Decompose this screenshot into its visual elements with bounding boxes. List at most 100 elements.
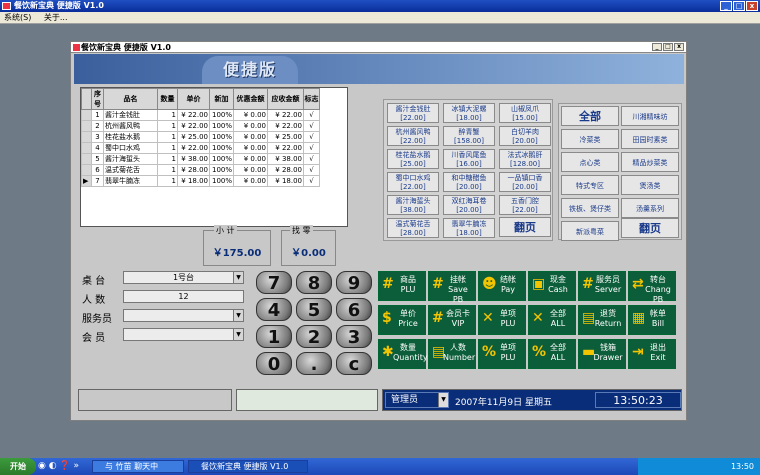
table-row[interactable]: 4 蜀中口水鸡 1 ¥ 22.00 100% ¥ 0.00 ¥ 22.00 √ — [81, 142, 320, 154]
keypad-key[interactable]: 0 — [256, 352, 292, 375]
people-value: 12 — [178, 292, 189, 301]
function-button[interactable]: ✕ 单项 PLU — [478, 305, 526, 335]
start-button[interactable]: 开始 — [0, 458, 36, 475]
quick-launch[interactable]: ◉ ◐ ❓ » — [38, 460, 86, 473]
chevron-down-icon[interactable]: ▼ — [438, 393, 448, 407]
category-button[interactable]: 特式专区 — [561, 175, 619, 195]
keypad-key[interactable]: . — [296, 352, 332, 375]
table-cell: √ — [303, 142, 320, 154]
dish-button[interactable]: 一品镇口香 [20.00] — [499, 172, 551, 192]
table-select[interactable]: 1号台 ▼ — [123, 271, 244, 284]
minimize-button[interactable]: _ — [720, 1, 732, 11]
table-row[interactable]: 3 桂花盐水鹅 1 ¥ 25.00 100% ¥ 0.00 ¥ 25.00 √ — [81, 131, 320, 143]
dish-button[interactable]: 法式冰鹅肝 [128.00] — [499, 149, 551, 169]
dish-page-button[interactable]: 翻页 — [499, 217, 551, 237]
function-button[interactable]: ✱ 数量 Quantity — [378, 339, 428, 369]
order-table[interactable]: 序号 品名 数量 单价 新加 优惠金额 应收金额 标志 1 酱汁金钱肚 1 ¥ 22.00 100% ¥… — [80, 87, 348, 227]
keypad-key[interactable]: 7 — [256, 271, 292, 294]
function-button[interactable]: ▤ 退货 Return — [578, 305, 626, 335]
inner-maximize-button[interactable]: □ — [663, 43, 673, 51]
dish-button[interactable]: 醉青蟹 [158.00] — [443, 126, 495, 146]
table-cell: √ — [303, 153, 320, 165]
keypad-key[interactable]: 4 — [256, 298, 292, 321]
dish-button[interactable]: 冰镇大泥螺 [18.00] — [443, 103, 495, 123]
chevron-down-icon[interactable]: ▼ — [233, 310, 243, 321]
table-row[interactable]: 5 酱汁海蜇头 1 ¥ 38.00 100% ¥ 0.00 ¥ 38.00 √ — [81, 153, 320, 165]
inner-close-button[interactable]: x — [674, 43, 684, 51]
category-button[interactable]: 汤羹系列 — [621, 198, 679, 218]
table-row[interactable]: 2 杭州酱风鸭 1 ¥ 22.00 100% ¥ 0.00 ¥ 22.00 √ — [81, 120, 320, 132]
keypad-key[interactable]: 5 — [296, 298, 332, 321]
function-button[interactable]: ▤ 人数 Number — [428, 339, 476, 369]
function-button[interactable]: ✕ 全部 ALL — [528, 305, 576, 335]
table-cell: 酱汁金钱肚 — [103, 109, 158, 121]
dish-button[interactable]: 山椒凤爪 [15.00] — [499, 103, 551, 123]
category-button[interactable]: 全部 — [561, 106, 619, 126]
dish-name: 川香风尾鱼 — [451, 151, 487, 159]
category-button[interactable]: 点心类 — [561, 152, 619, 172]
function-button[interactable]: $ 单价 Price — [378, 305, 426, 335]
category-page-button[interactable]: 翻页 — [621, 218, 679, 238]
function-button[interactable]: ⇄ 转台 Chang PB — [628, 271, 676, 304]
chevron-down-icon[interactable]: ▼ — [233, 329, 243, 340]
table-cell: ¥ 22.00 — [177, 120, 210, 132]
people-input[interactable]: 12 — [123, 290, 244, 303]
taskbar-item-app[interactable]: 餐饮新宝典 便捷版 V1.0 — [188, 460, 308, 473]
keypad-key[interactable]: 9 — [336, 271, 372, 294]
dish-button[interactable]: 杭州酱风鸭 [22.00] — [387, 126, 439, 146]
function-button[interactable]: # 商品 PLU — [378, 271, 426, 301]
dish-button[interactable]: 川香风尾鱼 [16.00] — [443, 149, 495, 169]
function-button[interactable]: # 服务员 Server — [578, 271, 626, 301]
dish-button[interactable]: 白切羊肉 [20.00] — [499, 126, 551, 146]
function-label-en: Cash — [548, 285, 568, 294]
category-button[interactable]: 川湘精味坊 — [621, 106, 679, 126]
dish-button[interactable]: 酱汁海蜇头 [38.00] — [387, 195, 439, 215]
dish-button[interactable]: 和中糖醋鱼 [20.00] — [443, 172, 495, 192]
dish-button[interactable]: 翡翠牛腩冻 [18.00] — [443, 218, 495, 238]
function-button[interactable]: # 会员卡 VIP — [428, 305, 476, 335]
keypad-key[interactable]: 3 — [336, 325, 372, 348]
table-row[interactable]: 6 温式菊花舌 1 ¥ 28.00 100% ¥ 0.00 ¥ 28.00 √ — [81, 164, 320, 176]
dish-button[interactable]: 酱汁金钱肚 [22.00] — [387, 103, 439, 123]
function-button[interactable]: % 全部 ALL — [528, 339, 576, 369]
table-row[interactable]: 1 酱汁金钱肚 1 ¥ 22.00 100% ¥ 0.00 ¥ 22.00 √ — [81, 109, 320, 121]
category-button[interactable]: 田园时素类 — [621, 129, 679, 149]
member-select[interactable]: ▼ — [123, 328, 244, 341]
chevron-down-icon[interactable]: ▼ — [233, 272, 243, 283]
category-button[interactable]: 铁板、煲仔类 — [561, 198, 619, 218]
subtotal-box: 小 计 ￥175.00 — [203, 225, 271, 266]
dish-button[interactable]: 五香门腔 [22.00] — [499, 195, 551, 215]
function-button[interactable]: ▣ 现金 Cash — [528, 271, 576, 301]
category-button[interactable]: 新派粤菜 — [561, 221, 619, 241]
category-button[interactable]: 精品炒菜类 — [621, 152, 679, 172]
keypad-key[interactable]: 1 — [256, 325, 292, 348]
function-button[interactable]: ☻ 结帐 Pay — [478, 271, 526, 301]
app-icon — [2, 2, 11, 10]
operator-select[interactable]: 管理员 ▼ — [385, 392, 449, 408]
menu-system[interactable]: 系统(S) — [4, 13, 31, 22]
function-icon: ✱ — [382, 344, 394, 360]
maximize-button[interactable]: □ — [733, 1, 745, 11]
function-button[interactable]: # 挂帐 Save PB — [428, 271, 476, 304]
function-button[interactable]: ⇥ 退出 Exit — [628, 339, 676, 369]
keypad-key[interactable]: 2 — [296, 325, 332, 348]
function-button[interactable]: % 单项 PLU — [478, 339, 526, 369]
category-button[interactable]: 煲汤类 — [621, 175, 679, 195]
inner-minimize-button[interactable]: _ — [652, 43, 662, 51]
keypad-key[interactable]: 6 — [336, 298, 372, 321]
dish-button[interactable]: 桂花盐水鹅 [25.00] — [387, 149, 439, 169]
menu-about[interactable]: 关于... — [44, 13, 68, 22]
taskbar-item-chat[interactable]: 与 竹苗 聊天中 — [92, 460, 184, 473]
dish-button[interactable]: 双红海耳卷 [20.00] — [443, 195, 495, 215]
row-indicator — [81, 142, 92, 154]
keypad-key[interactable]: 8 — [296, 271, 332, 294]
table-row[interactable]: ▶ 7 翡翠牛腩冻 1 ¥ 18.00 100% ¥ 0.00 ¥ 18.00 √ — [81, 175, 320, 187]
close-button[interactable]: x — [746, 1, 758, 11]
dish-button[interactable]: 蜀中口水鸡 [22.00] — [387, 172, 439, 192]
keypad-key[interactable]: c — [336, 352, 372, 375]
function-button[interactable]: ▦ 帐单 Bill — [628, 305, 676, 335]
dish-button[interactable]: 温式菊花舌 [28.00] — [387, 218, 439, 238]
category-button[interactable]: 冷菜类 — [561, 129, 619, 149]
function-button[interactable]: ▬ 钱箱 Drawer — [578, 339, 626, 369]
waiter-select[interactable]: ▼ — [123, 309, 244, 322]
